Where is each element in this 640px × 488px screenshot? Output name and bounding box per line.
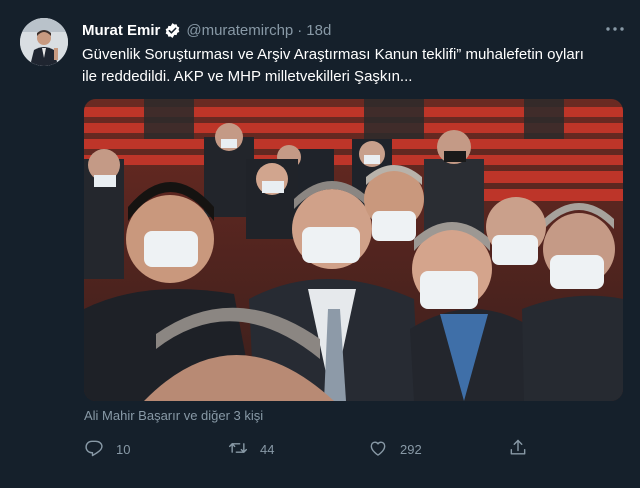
retweet-button[interactable]: 44 [228,438,274,460]
avatar-image [20,18,68,66]
tweet-actions: 10 44 292 [84,438,624,460]
author-handle[interactable]: @muratemirchp [186,22,293,39]
more-options-icon[interactable] [604,20,626,38]
retweet-icon [228,438,248,461]
retweet-count: 44 [260,441,275,457]
separator-dot: · [297,21,303,39]
tweet-text-line-1: Güvenlik Soruşturması ve Arşiv Araştırma… [82,46,584,63]
share-button[interactable] [508,438,528,460]
tweet-text: Güvenlik Soruşturması ve Arşiv Araştırma… [82,44,627,88]
tweet-text-line-2: ile reddedildi. AKP ve MHP milletvekille… [82,68,413,85]
tweet-header: Murat Emir @muratemirchp · 18d [82,20,331,40]
like-icon [368,438,388,461]
tagged-people[interactable]: Ali Mahir Başarır ve diğer 3 kişi [84,408,263,423]
reply-button[interactable]: 10 [84,438,130,460]
avatar[interactable] [20,18,68,66]
share-icon [508,438,528,461]
group-selfie-image [84,99,623,401]
like-count: 292 [400,441,422,457]
tweet: Murat Emir @muratemirchp · 18d Güvenlik … [0,0,640,488]
reply-icon [84,438,104,461]
tweet-date[interactable]: 18d [306,22,331,39]
tweet-photo[interactable] [84,99,623,401]
like-button[interactable]: 292 [368,438,422,460]
author-name[interactable]: Murat Emir [82,22,160,39]
reply-count: 10 [116,441,131,457]
verified-icon [164,22,181,39]
